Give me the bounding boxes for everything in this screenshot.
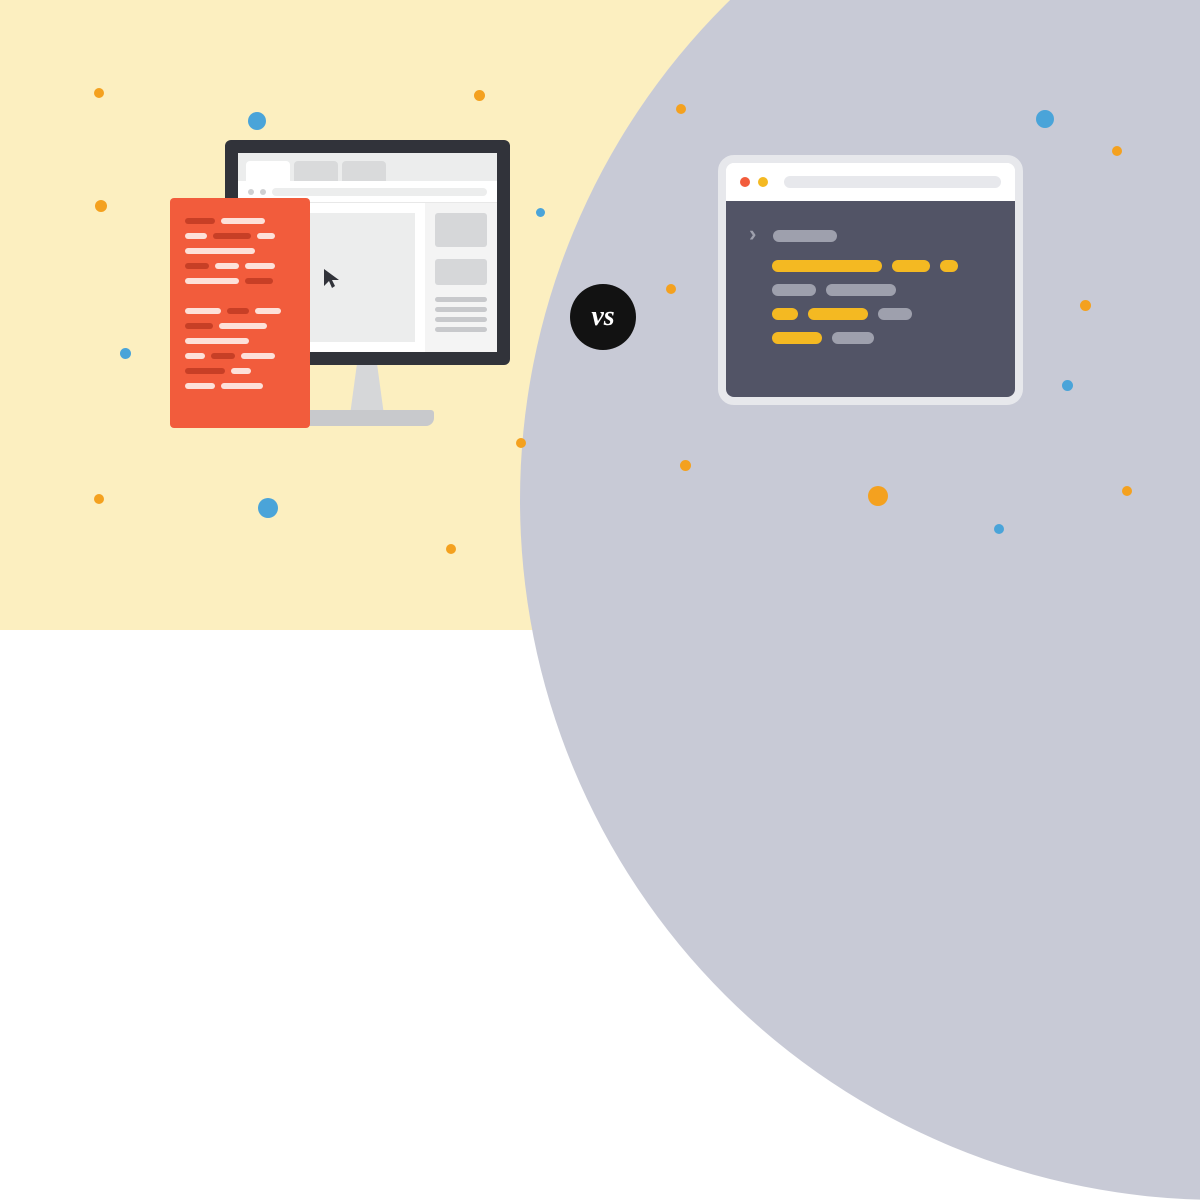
page-sidebar — [425, 203, 497, 352]
decorative-dot — [95, 200, 107, 212]
decorative-dot — [994, 524, 1004, 534]
decorative-dot — [1062, 380, 1073, 391]
decorative-dot — [446, 544, 456, 554]
vs-badge: vs — [570, 284, 636, 350]
terminal-line: › — [746, 223, 995, 248]
decorative-dot — [474, 90, 485, 101]
terminal-title-bar — [784, 176, 1001, 188]
monitor-base — [300, 410, 434, 426]
browser-tabs — [238, 153, 497, 181]
decorative-dot — [248, 112, 266, 130]
terminal-line — [746, 260, 995, 272]
terminal-line — [746, 332, 995, 344]
terminal-illustration: › — [718, 155, 1023, 405]
terminal-line — [746, 308, 995, 320]
sidebar-block — [435, 213, 487, 247]
decorative-dot — [1122, 486, 1132, 496]
traffic-light-yellow-icon — [758, 177, 768, 187]
decorative-dot — [1036, 110, 1054, 128]
decorative-dot — [680, 460, 691, 471]
browser-tab — [294, 161, 338, 181]
browser-tab — [246, 161, 290, 181]
toolbar-icon — [260, 189, 266, 195]
decorative-dot — [1112, 146, 1122, 156]
decorative-dot — [536, 208, 545, 217]
decorative-dot — [868, 486, 888, 506]
code-sheet — [170, 198, 310, 428]
sidebar-lines — [435, 297, 487, 332]
browser-tab — [342, 161, 386, 181]
decorative-dot — [1080, 300, 1091, 311]
url-bar — [272, 188, 487, 196]
decorative-dot — [94, 88, 104, 98]
terminal-line — [746, 284, 995, 296]
decorative-dot — [666, 284, 676, 294]
decorative-dot — [258, 498, 278, 518]
sidebar-block — [435, 259, 487, 285]
terminal-body: › — [726, 201, 1015, 397]
prompt-icon: › — [746, 223, 759, 248]
cursor-icon — [320, 266, 344, 290]
decorative-dot — [676, 104, 686, 114]
decorative-dot — [120, 348, 131, 359]
terminal-header — [726, 163, 1015, 201]
toolbar-icon — [248, 189, 254, 195]
vs-label: vs — [591, 301, 614, 333]
traffic-light-red-icon — [740, 177, 750, 187]
decorative-dot — [516, 438, 526, 448]
decorative-dot — [94, 494, 104, 504]
